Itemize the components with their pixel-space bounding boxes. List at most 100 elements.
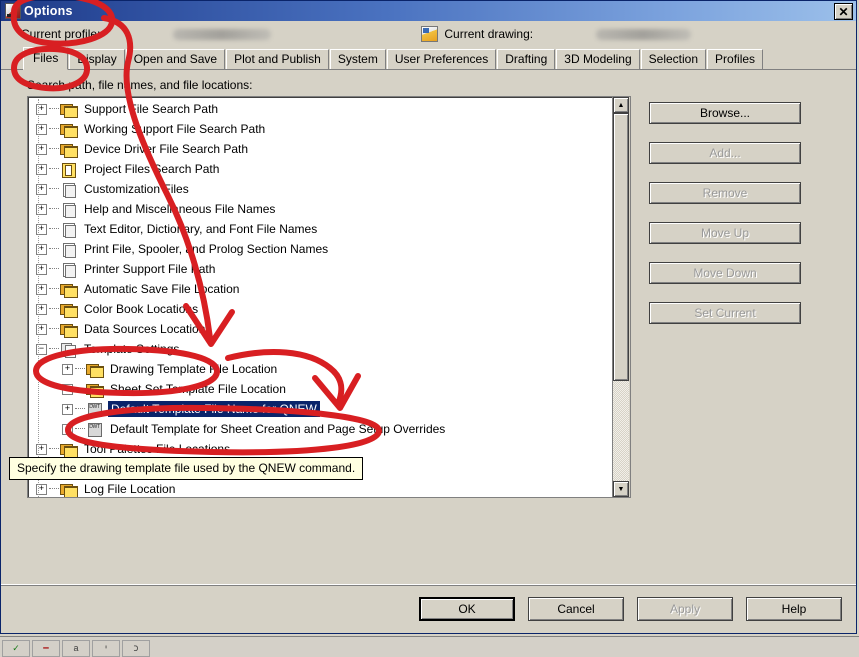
tree-connector [49,448,59,450]
tree-node[interactable]: + Customization Files [28,179,612,199]
folders-icon [86,362,104,378]
tree-node-label: Color Book Locations [84,302,199,316]
tree-connector [49,348,59,350]
autocad-icon [5,3,21,19]
expand-icon[interactable]: + [62,403,73,415]
tab-plot-and-publish[interactable]: Plot and Publish [226,49,329,69]
tree-node[interactable]: + Working Support File Search Path [28,119,612,139]
tree-node[interactable]: + Text Editor, Dictionary, and Font File … [28,219,612,239]
scrollbar-thumb[interactable] [613,113,629,381]
expand-icon[interactable]: + [62,383,73,395]
folders-icon [60,102,78,118]
tree-node[interactable]: + Default Template File Name for QNEW [28,399,612,419]
tree-node-label: Template Settings [84,342,180,356]
tree-connector [49,268,59,270]
scrollbar-track[interactable] [613,113,629,481]
cancel-button[interactable]: Cancel [528,597,624,621]
tree-node-label: Help and Miscellaneous File Names [84,202,276,216]
tab-drafting[interactable]: Drafting [497,49,556,69]
tab-files[interactable]: Files [23,47,69,70]
tab-3d-modeling[interactable]: 3D Modeling [556,49,640,69]
tree-connector [49,488,59,490]
folders-icon [60,482,78,497]
tree-node[interactable]: + Data Sources Location [28,319,612,339]
toolbar-k-icon[interactable]: כ [122,639,150,657]
folders-icon [60,142,78,158]
toolbar-a-icon[interactable]: a [62,639,90,657]
tab-profiles[interactable]: Profiles [707,49,764,69]
tree-node[interactable]: + Log File Location [28,479,612,497]
tree-connector [49,128,59,130]
tree-connector [75,388,85,390]
tree-node[interactable]: + Color Book Locations [28,299,612,319]
tree-connector [49,108,59,110]
options-dialog: Options ✕ Current profile: Current drawi… [0,0,857,634]
template-icon [60,342,77,358]
tree-node[interactable]: − Template Settings [28,339,612,359]
tree-connector [75,428,85,430]
toolbar-check-icon[interactable]: ✓ [2,639,30,657]
toolbar-pen-icon[interactable]: ━ [32,639,60,657]
dwt-icon [86,402,103,417]
expand-icon[interactable]: + [62,423,73,435]
tab-open-and-save[interactable]: Open and Save [125,49,226,69]
tree-node-label: Project Files Search Path [84,162,220,176]
tab-user-preferences[interactable]: User Preferences [386,49,497,69]
tree-node-label: Log File Location [84,482,176,496]
toolbar-h-icon[interactable]: י [92,639,120,657]
folders-icon [86,382,104,398]
current-profile-value [173,28,272,40]
background-toolbar: ✓ ━ a י כ [2,639,152,657]
ok-button[interactable]: OK [419,597,515,621]
side-button-group: Browse... Add... Remove Move Up Move Down Set… [649,96,801,498]
tree-vertical-guide [38,99,40,497]
tree-node[interactable]: + Sheet Set Template File Location [28,379,612,399]
folders-icon [60,282,78,298]
tab-display[interactable]: Display [69,49,125,69]
tree-connector [49,308,59,310]
tree-node-label: Data Sources Location [84,322,206,336]
tab-strip: Files Display Open and Save Plot and Publis… [1,47,856,70]
tree-scrollbar[interactable]: ▲ ▼ [612,97,630,497]
tree-node-label: Text Editor, Dictionary, and Font File N… [84,222,318,236]
expand-icon[interactable]: + [62,363,73,375]
folders-icon [60,302,78,318]
current-drawing-label: Current drawing: [444,27,534,41]
folders-icon [60,442,78,458]
tree-node[interactable]: + Print File, Spooler, and Prolog Section… [28,239,612,259]
footer-button-group: OK Cancel Apply Help [406,597,842,621]
tree-node[interactable]: + Drawing Template File Location [28,359,612,379]
tree-node[interactable]: + Support File Search Path [28,99,612,119]
tree-node[interactable]: + Automatic Save File Location [28,279,612,299]
paper-stack-icon [60,222,77,238]
current-profile-label: Current profile: [21,27,101,41]
dialog-footer: OK Cancel Apply Help [1,584,856,633]
tree-node-label: Customization Files [84,182,189,196]
scroll-up-arrow-icon[interactable]: ▲ [613,97,629,113]
tree-connector [75,408,85,410]
browse-button[interactable]: Browse... [649,102,801,124]
title-bar[interactable]: Options ✕ [1,1,856,21]
tree-node-list: + Support File Search Path + Working Suppor… [28,99,612,497]
paper-stack-icon [60,182,77,198]
tree-node[interactable]: + Printer Support File Path [28,259,612,279]
scroll-down-arrow-icon[interactable]: ▼ [613,481,629,497]
tree-node[interactable]: + Tool Palettes File Locations [28,439,612,459]
tree-node[interactable]: + Default Template for Sheet Creation and… [28,419,612,439]
file-settings-treeview[interactable]: + Support File Search Path + Working Suppor… [27,96,631,498]
tree-node[interactable]: + Project Files Search Path [28,159,612,179]
move-up-button: Move Up [649,222,801,244]
help-button[interactable]: Help [746,597,842,621]
tab-selection[interactable]: Selection [640,49,707,69]
set-current-button: Set Current [649,302,801,324]
tooltip: Specify the drawing template file used b… [9,457,364,480]
tree-node[interactable]: + Help and Miscellaneous File Names [28,199,612,219]
tree-connector [75,368,85,370]
tab-system[interactable]: System [329,49,386,69]
close-icon[interactable]: ✕ [834,3,853,20]
drawing-file-icon [421,26,439,42]
tree-connector [49,168,59,170]
apply-button: Apply [637,597,733,621]
panel-label: Search path, file names, and file locati… [27,78,253,92]
tree-node[interactable]: + Device Driver File Search Path [28,139,612,159]
